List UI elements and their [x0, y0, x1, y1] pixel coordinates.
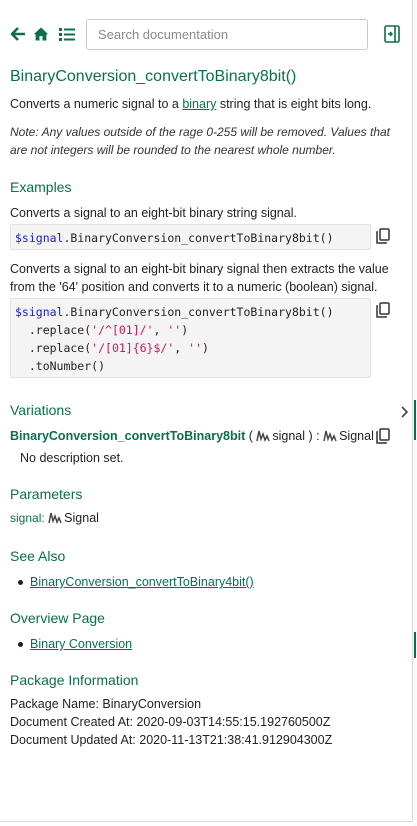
- parameters-heading: Parameters: [10, 486, 83, 502]
- copy-icon[interactable]: [376, 302, 390, 318]
- signature-punct: ) :: [305, 429, 324, 443]
- signal-wave-icon: [48, 511, 64, 529]
- example-1: $signal.BinaryConversion_convertToBinary…: [10, 224, 405, 250]
- list-item: Binary Conversion: [10, 635, 405, 653]
- code-text: .BinaryConversion_convertToBinary8bit(): [63, 305, 334, 319]
- example-1-code: $signal.BinaryConversion_convertToBinary…: [10, 224, 371, 250]
- list-icon[interactable]: [59, 26, 75, 42]
- code-text: .BinaryConversion_convertToBinary8bit(): [63, 231, 334, 245]
- description-text: Converts a numeric signal to a: [10, 97, 183, 111]
- toolbar: [0, 0, 413, 66]
- parameter-type: Signal: [64, 511, 99, 525]
- see-also-link[interactable]: BinaryConversion_convertToBinary4bit(): [30, 575, 254, 589]
- search-input[interactable]: [86, 19, 368, 50]
- overview-heading: Overview Page: [10, 610, 105, 626]
- overview-list: Binary Conversion: [10, 635, 405, 653]
- edge-indicator: [414, 632, 416, 658]
- code-signal-token: $signal: [15, 305, 64, 319]
- see-also-list: BinaryConversion_convertToBinary4bit(): [10, 573, 405, 591]
- overview-link[interactable]: Binary Conversion: [30, 637, 132, 651]
- see-also-heading: See Also: [10, 548, 66, 564]
- copy-icon[interactable]: [376, 228, 390, 244]
- example-2-description: Converts a signal to an eight-bit binary…: [10, 262, 389, 294]
- code-text: .replace(: [15, 341, 92, 355]
- code-string-token: '': [167, 323, 182, 337]
- code-text: ): [201, 341, 209, 355]
- code-text: ,: [174, 341, 189, 355]
- package-created: Document Created At: 2020-09-03T14:55:15…: [10, 715, 331, 729]
- variation-name: BinaryConversion_convertToBinary8bit: [10, 429, 246, 443]
- example-1-description: Converts a signal to an eight-bit binary…: [10, 206, 297, 220]
- package-name: Package Name: BinaryConversion: [10, 697, 202, 711]
- signature-punct: (: [245, 429, 257, 443]
- code-text: ,: [153, 323, 168, 337]
- variation-signature: BinaryConversion_convertToBinary8bit ( s…: [10, 427, 405, 447]
- code-text: ): [181, 323, 189, 337]
- parameter-name: signal:: [10, 511, 45, 525]
- examples-heading: Examples: [10, 179, 72, 195]
- chevron-right-icon[interactable]: [400, 405, 409, 421]
- signal-wave-icon: [256, 429, 272, 447]
- dock-panel-icon[interactable]: [382, 24, 402, 44]
- code-string-token: '/^[01]/': [91, 323, 154, 337]
- edge-indicator: [414, 400, 416, 440]
- code-text: .toNumber(): [15, 359, 106, 373]
- documentation-panel: BinaryConversion_convertToBinary8bit() C…: [0, 0, 413, 822]
- signal-wave-icon: [323, 429, 339, 447]
- function-note: Note: Any values outside of the rage 0-2…: [10, 125, 390, 157]
- code-text: .replace(: [15, 323, 92, 337]
- variation-param: signal: [272, 429, 306, 443]
- variation-return-type: Signal: [339, 429, 374, 443]
- panel-scroll-edge: [413, 0, 417, 826]
- variations-heading: Variations: [10, 402, 72, 418]
- package-heading: Package Information: [10, 672, 139, 688]
- code-signal-token: $signal: [15, 231, 64, 245]
- function-description: Converts a numeric signal to a binary st…: [10, 95, 405, 113]
- code-string-token: '': [188, 341, 202, 355]
- back-arrow-icon[interactable]: [10, 26, 26, 42]
- example-2: $signal.BinaryConversion_convertToBinary…: [10, 298, 405, 378]
- example-2-code: $signal.BinaryConversion_convertToBinary…: [10, 298, 371, 378]
- parameter-row: signal: Signal: [10, 509, 405, 529]
- documentation-content: BinaryConversion_convertToBinary8bit() C…: [10, 66, 405, 749]
- variation-description: No description set.: [20, 451, 124, 465]
- copy-icon[interactable]: [376, 428, 390, 444]
- description-text-end: string that is eight bits long.: [216, 97, 372, 111]
- package-updated: Document Updated At: 2020-11-13T21:38:41…: [10, 733, 333, 747]
- code-string-token: '/[01]{6}$/': [91, 341, 175, 355]
- home-icon[interactable]: [33, 26, 49, 42]
- function-title: BinaryConversion_convertToBinary8bit(): [10, 68, 297, 85]
- list-item: BinaryConversion_convertToBinary4bit(): [10, 573, 405, 591]
- binary-link[interactable]: binary: [182, 97, 216, 111]
